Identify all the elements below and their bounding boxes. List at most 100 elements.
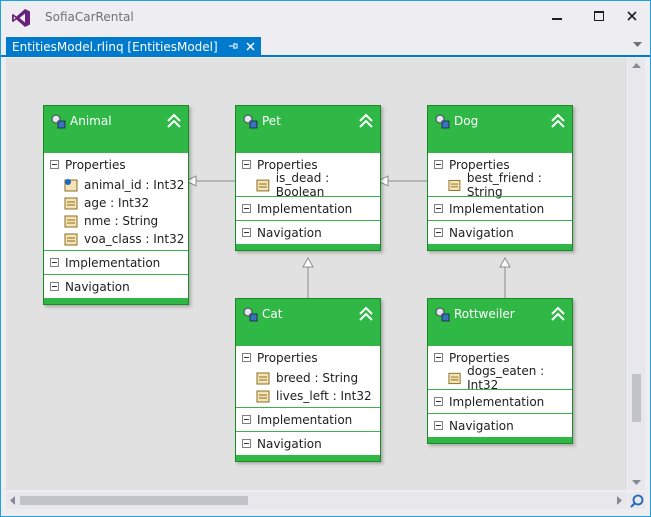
close-icon bbox=[627, 11, 637, 21]
section-label: Navigation bbox=[257, 225, 322, 240]
collapse-chevron-icon[interactable] bbox=[550, 113, 566, 129]
implementation-section[interactable]: Implementation bbox=[236, 196, 380, 220]
scroll-down-icon[interactable] bbox=[632, 480, 641, 486]
entity-animal[interactable]: Animal Properties animal_id : Int32 age … bbox=[43, 105, 189, 305]
collapse-toggle-icon[interactable] bbox=[242, 228, 251, 237]
property-icon bbox=[448, 179, 461, 191]
property-row[interactable]: lives_left : Int32 bbox=[236, 387, 380, 405]
entity-footer bbox=[236, 244, 380, 250]
property-list: best_friend : String bbox=[428, 171, 572, 199]
section-label: Properties bbox=[65, 157, 126, 172]
connector-arrow-cat-pet bbox=[302, 256, 314, 268]
tab-dropdown-icon[interactable] bbox=[633, 41, 642, 51]
properties-section[interactable]: Properties bbox=[44, 152, 188, 176]
property-label: voa_class : Int32 bbox=[84, 232, 185, 246]
horizontal-scrollbar[interactable] bbox=[6, 492, 627, 509]
entity-pet[interactable]: Pet Properties is_dead : Boolean Impleme… bbox=[235, 105, 381, 251]
property-row[interactable]: breed : String bbox=[236, 369, 380, 387]
property-label: breed : String bbox=[276, 371, 359, 385]
collapse-chevron-icon[interactable] bbox=[358, 306, 374, 322]
scroll-up-icon[interactable] bbox=[632, 62, 641, 68]
minimize-button[interactable] bbox=[542, 4, 572, 28]
tab-close-icon[interactable] bbox=[246, 40, 255, 54]
entity-name: Pet bbox=[262, 114, 281, 128]
entity-cat[interactable]: Cat Properties breed : String lives_left… bbox=[235, 298, 381, 462]
navigation-section[interactable]: Navigation bbox=[236, 431, 380, 455]
entity-name: Dog bbox=[454, 114, 479, 128]
collapse-toggle-icon[interactable] bbox=[242, 353, 251, 362]
diagram-canvas[interactable]: Animal Properties animal_id : Int32 age … bbox=[6, 58, 627, 490]
collapse-toggle-icon[interactable] bbox=[242, 415, 251, 424]
property-row[interactable]: voa_class : Int32 bbox=[44, 230, 188, 248]
collapse-toggle-icon[interactable] bbox=[242, 204, 251, 213]
scroll-right-icon[interactable] bbox=[617, 496, 623, 505]
entity-icon bbox=[51, 114, 66, 129]
collapse-toggle-icon[interactable] bbox=[434, 160, 443, 169]
collapse-toggle-icon[interactable] bbox=[242, 439, 251, 448]
property-label: dogs_eaten : Int32 bbox=[467, 364, 545, 392]
maximize-icon bbox=[594, 11, 604, 21]
property-label: age : Int32 bbox=[84, 196, 150, 210]
zoom-corner-button[interactable] bbox=[628, 492, 645, 509]
entity-header[interactable]: Pet bbox=[236, 106, 380, 152]
implementation-section[interactable]: Implementation bbox=[44, 250, 188, 274]
section-label: Navigation bbox=[449, 225, 514, 240]
maximize-button[interactable] bbox=[584, 4, 614, 28]
property-row[interactable]: nme : String bbox=[44, 212, 188, 230]
collapse-chevron-icon[interactable] bbox=[358, 113, 374, 129]
property-icon bbox=[256, 372, 270, 385]
properties-section[interactable]: Properties bbox=[236, 345, 380, 369]
collapse-toggle-icon[interactable] bbox=[434, 353, 443, 362]
property-label: best_friend : String bbox=[466, 171, 542, 199]
collapse-toggle-icon[interactable] bbox=[50, 282, 59, 291]
collapse-toggle-icon[interactable] bbox=[434, 228, 443, 237]
property-row[interactable]: animal_id : Int32 bbox=[44, 176, 188, 194]
entity-footer bbox=[428, 244, 572, 250]
document-tab-strip: EntitiesModel.rlinq [EntitiesModel] bbox=[1, 37, 650, 57]
vertical-scroll-thumb[interactable] bbox=[632, 374, 641, 422]
entity-dog[interactable]: Dog Properties best_friend : String Impl… bbox=[427, 105, 573, 251]
collapse-toggle-icon[interactable] bbox=[434, 421, 443, 430]
key-property-icon bbox=[64, 179, 78, 192]
section-label: Properties bbox=[257, 350, 318, 365]
horizontal-scroll-thumb[interactable] bbox=[20, 496, 248, 505]
property-row[interactable]: dogs_eaten : Int32 bbox=[428, 364, 572, 392]
collapse-chevron-icon[interactable] bbox=[550, 306, 566, 322]
collapse-chevron-icon[interactable] bbox=[166, 113, 182, 129]
entity-header[interactable]: Rottweiler bbox=[428, 299, 572, 345]
vertical-scrollbar[interactable] bbox=[628, 58, 645, 490]
scroll-left-icon[interactable] bbox=[9, 496, 15, 505]
pin-icon[interactable] bbox=[228, 41, 238, 54]
property-row[interactable]: age : Int32 bbox=[44, 194, 188, 212]
navigation-section[interactable]: Navigation bbox=[428, 220, 572, 244]
property-list: is_dead : Boolean bbox=[236, 171, 380, 199]
implementation-section[interactable]: Implementation bbox=[428, 389, 572, 413]
collapse-toggle-icon[interactable] bbox=[50, 160, 59, 169]
collapse-toggle-icon[interactable] bbox=[50, 258, 59, 267]
navigation-section[interactable]: Navigation bbox=[44, 274, 188, 298]
entity-icon bbox=[435, 307, 450, 322]
section-label: Properties bbox=[257, 157, 318, 172]
collapse-toggle-icon[interactable] bbox=[242, 160, 251, 169]
tab-entities-model[interactable]: EntitiesModel.rlinq [EntitiesModel] bbox=[6, 37, 261, 57]
section-label: Properties bbox=[449, 350, 510, 365]
collapse-toggle-icon[interactable] bbox=[434, 397, 443, 406]
section-label: Implementation bbox=[65, 255, 161, 270]
implementation-section[interactable]: Implementation bbox=[428, 196, 572, 220]
entity-rottweiler[interactable]: Rottweiler Properties dogs_eaten : Int32… bbox=[427, 298, 573, 444]
entity-header[interactable]: Cat bbox=[236, 299, 380, 345]
app-window: SofiaCarRental EntitiesModel.rlinq [Enti… bbox=[0, 0, 651, 517]
section-label: Properties bbox=[449, 157, 510, 172]
property-row[interactable]: is_dead : Boolean bbox=[236, 171, 380, 199]
entity-header[interactable]: Animal bbox=[44, 106, 188, 152]
close-window-button[interactable] bbox=[617, 4, 647, 28]
entity-header[interactable]: Dog bbox=[428, 106, 572, 152]
property-row[interactable]: best_friend : String bbox=[428, 171, 572, 199]
connector-arrow-rottweiler-dog bbox=[499, 256, 511, 268]
visual-studio-logo-icon bbox=[12, 9, 30, 27]
navigation-section[interactable]: Navigation bbox=[428, 413, 572, 437]
entity-name: Rottweiler bbox=[454, 307, 515, 321]
navigation-section[interactable]: Navigation bbox=[236, 220, 380, 244]
collapse-toggle-icon[interactable] bbox=[434, 204, 443, 213]
implementation-section[interactable]: Implementation bbox=[236, 407, 380, 431]
